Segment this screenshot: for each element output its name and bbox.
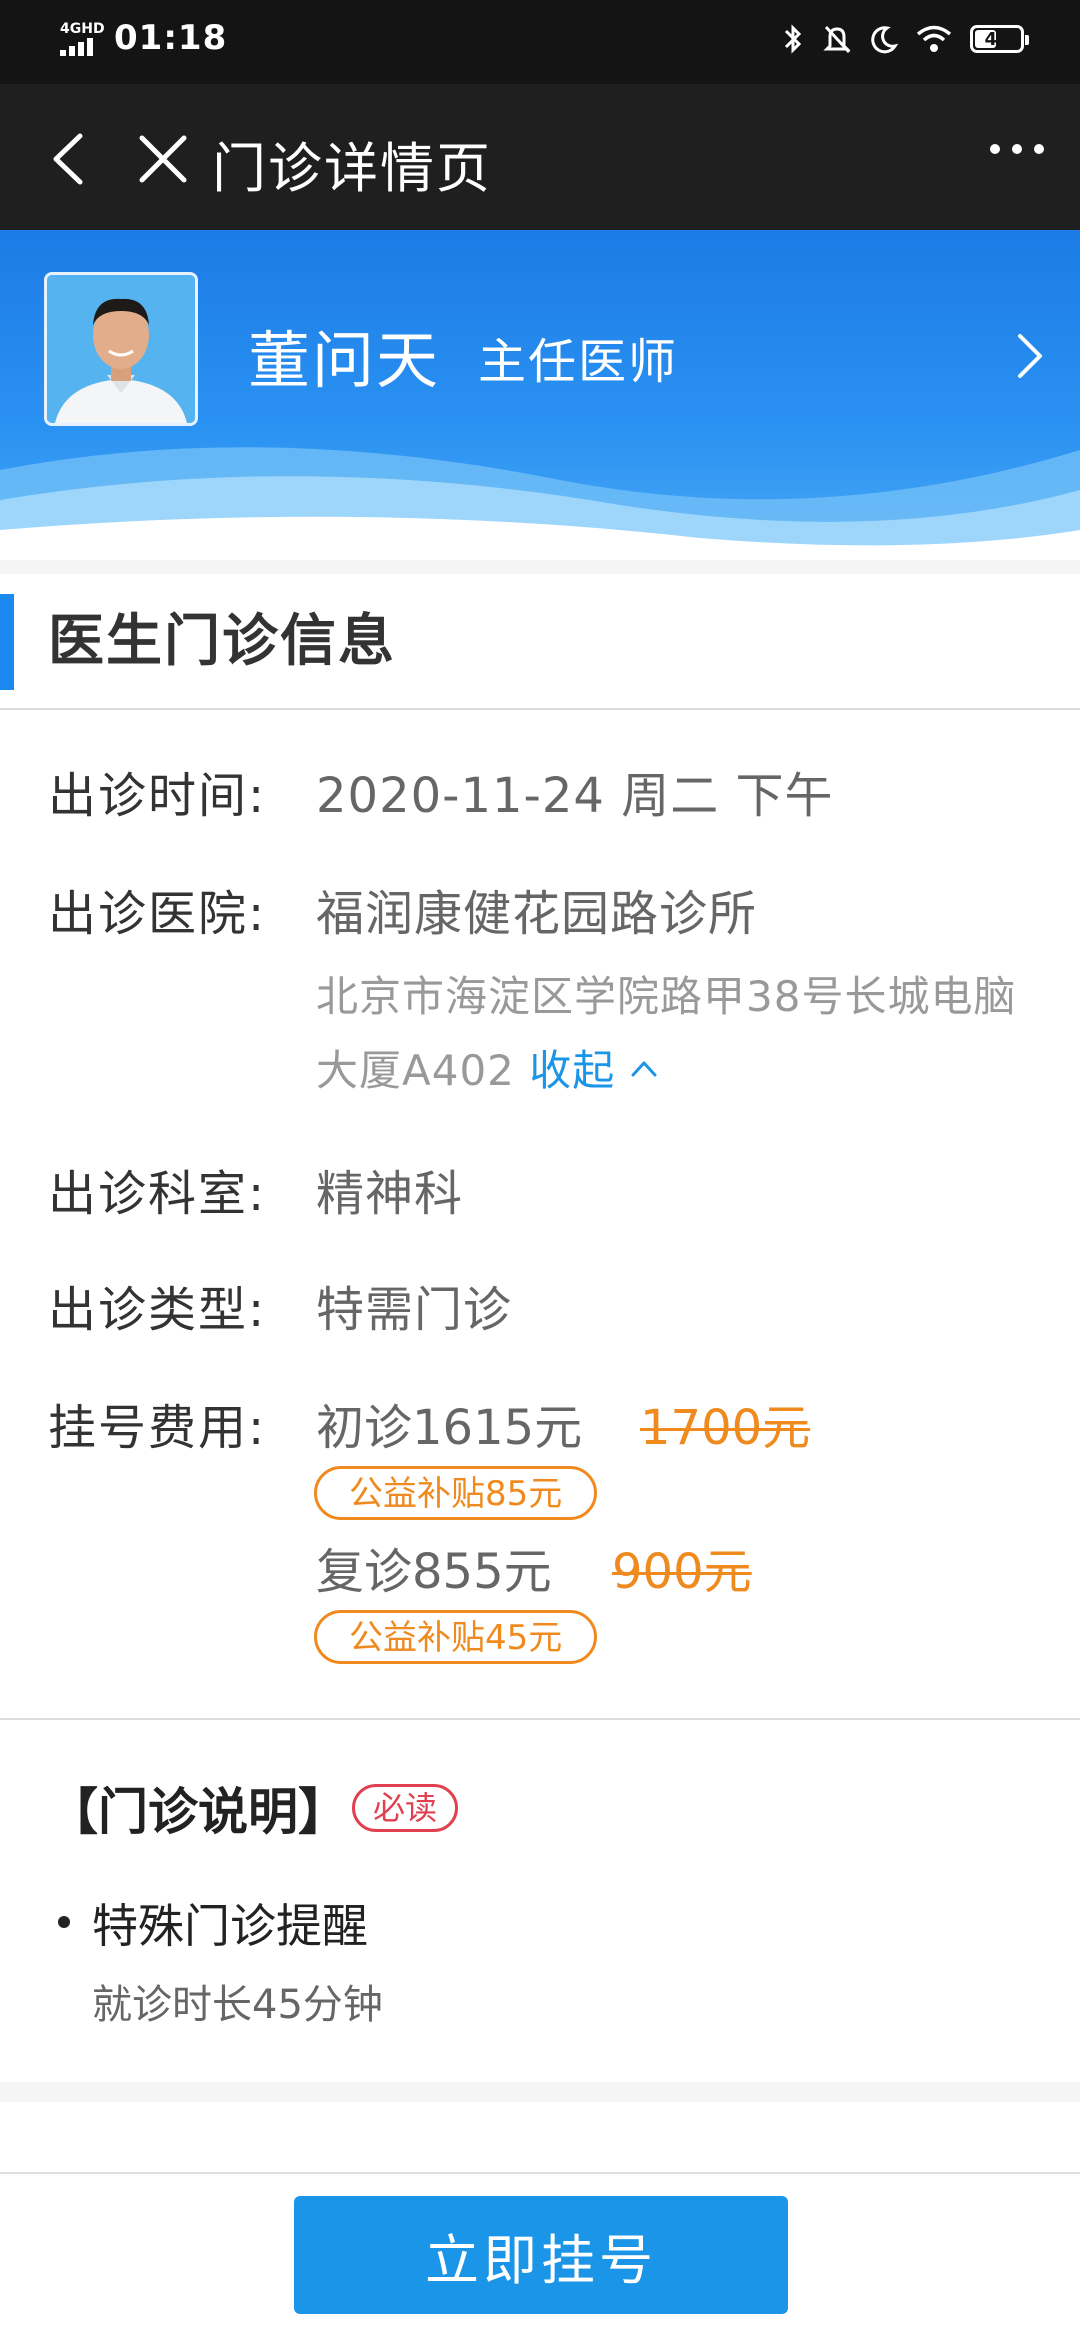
chevron-right-icon[interactable] <box>1008 326 1052 386</box>
close-icon[interactable] <box>130 126 196 192</box>
wave-decoration <box>0 447 1080 560</box>
note-item-description: 就诊时长45分钟 <box>92 1982 383 2028</box>
hospital-address: 北京市海淀区学院路甲38号长城电脑大厦A402 收起 <box>316 960 1036 1108</box>
bottom-action-bar: 立即挂号 <box>0 2172 1080 2342</box>
time-label: 出诊时间: <box>48 768 267 824</box>
first-visit-fee: 初诊1615元 <box>316 1400 583 1456</box>
first-visit-subsidy-badge: 公益补贴85元 <box>314 1466 598 1520</box>
notes-title: 【门诊说明】 <box>48 1783 348 1841</box>
time-value: 2020-11-24 周二 下午 <box>316 768 834 824</box>
bluetooth-icon <box>784 24 802 54</box>
hospital-label: 出诊医院: <box>48 886 267 942</box>
department-value: 精神科 <box>316 1166 464 1222</box>
followup-subsidy-badge: 公益补贴45元 <box>314 1610 598 1664</box>
must-read-badge: 必读 <box>352 1784 459 1832</box>
section-title: 医生门诊信息 <box>48 609 396 674</box>
network-type: 4GHD <box>60 21 105 37</box>
back-arrow-icon[interactable] <box>42 124 102 194</box>
doctor-banner[interactable]: 董问天 主任医师 <box>0 230 1080 560</box>
battery-level: 48 <box>984 28 1010 50</box>
wifi-icon <box>916 25 952 52</box>
status-time: 01:18 <box>114 18 228 58</box>
moon-icon <box>871 26 898 54</box>
status-bar: 4GHD 01:18 48 <box>0 0 1080 84</box>
book-appointment-button[interactable]: 立即挂号 <box>294 2196 788 2314</box>
hospital-value: 福润康健花园路诊所 <box>316 886 758 942</box>
footer-divider <box>0 2082 1080 2102</box>
divider <box>0 1718 1080 1720</box>
collapse-link[interactable]: 收起 <box>529 1046 615 1095</box>
page-title: 门诊详情页 <box>212 137 492 200</box>
followup-original-price: 900元 <box>612 1544 752 1600</box>
battery-icon: 48 <box>970 25 1029 53</box>
first-visit-original-price: 1700元 <box>640 1400 811 1456</box>
cellular-signal-icon: 4GHD <box>58 18 105 58</box>
address-text: 北京市海淀区学院路甲38号长城电脑大厦A402 <box>316 972 1017 1095</box>
type-value: 特需门诊 <box>316 1282 513 1338</box>
section-header: 医生门诊信息 <box>0 574 1080 710</box>
department-label: 出诊科室: <box>48 1166 267 1222</box>
type-label: 出诊类型: <box>48 1282 267 1338</box>
more-options-icon[interactable] <box>990 144 1044 154</box>
nav-bar: 门诊详情页 <box>0 84 1080 230</box>
fee-label: 挂号费用: <box>48 1400 267 1456</box>
chevron-up-icon[interactable] <box>629 1053 659 1083</box>
note-item-title: 特殊门诊提醒 <box>92 1899 368 1953</box>
section-accent-bar <box>0 594 14 690</box>
bullet-dot <box>58 1916 70 1928</box>
followup-visit-fee: 复诊855元 <box>316 1544 552 1600</box>
mute-bell-icon <box>823 25 851 54</box>
section-divider <box>0 560 1080 574</box>
